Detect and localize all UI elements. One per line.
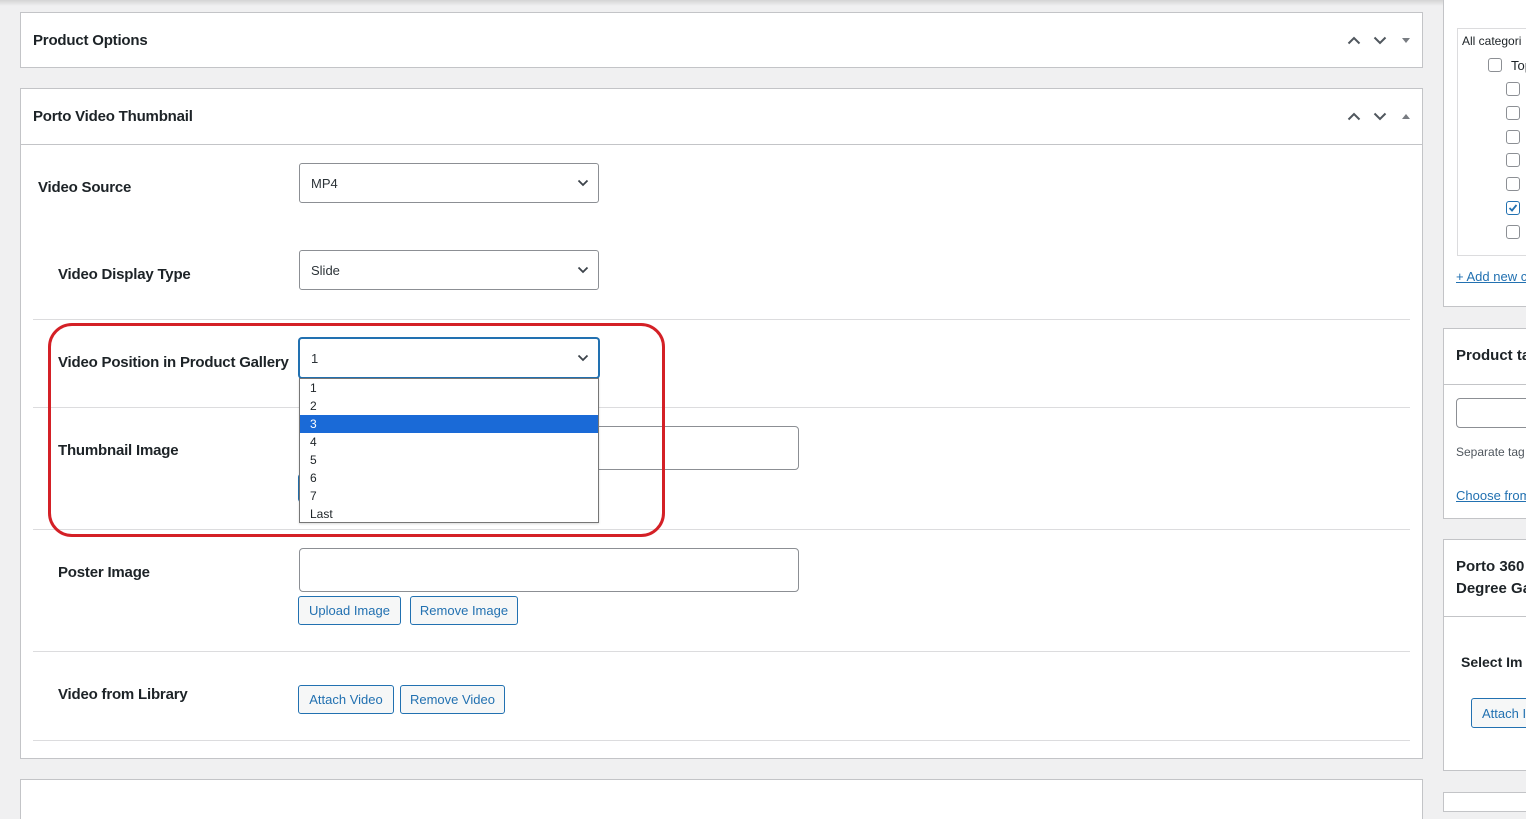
video-position-label: Video Position in Product Gallery [58,354,289,371]
position-option[interactable]: 2 [300,397,598,415]
category-checkbox[interactable] [1506,153,1520,168]
add-new-category-link[interactable]: + Add new c [1456,269,1526,284]
position-option[interactable]: Last [300,505,598,523]
position-option[interactable]: 4 [300,433,598,451]
video-library-label: Video from Library [58,686,188,703]
attach-video-button[interactable]: Attach Video [298,685,394,714]
video-position-select[interactable]: 1 [299,338,599,378]
video-display-type-label: Video Display Type [58,266,191,283]
row-divider [33,740,1410,741]
select-arrow-icon [577,266,589,274]
video-source-select[interactable]: MP4 [299,163,599,203]
tag-input[interactable] [1456,398,1526,428]
chevron-down-icon[interactable] [1372,109,1388,125]
chevron-down-icon[interactable] [1372,32,1388,48]
product-options-handle-actions [1346,32,1414,48]
video-display-type-value: Slide [311,262,340,278]
porto-360-box: Porto 360 Degree Ga Select Im Attach I [1443,539,1526,771]
category-checkbox[interactable] [1506,105,1520,120]
remove-image-button[interactable]: Remove Image [410,596,518,625]
select-images-label: Select Im [1461,654,1523,670]
thumbnail-image-label: Thumbnail Image [58,442,179,459]
admin-bar-shadow [0,0,1526,6]
position-option[interactable]: 6 [300,469,598,487]
category-checkbox-top[interactable] [1488,58,1502,72]
position-option[interactable]: 7 [300,487,598,505]
video-source-value: MP4 [311,175,338,191]
product-options-title: Product Options [33,31,148,49]
row-divider [33,651,1410,652]
video-position-value: 1 [311,350,319,366]
category-top-label: Top [1511,58,1526,73]
select-arrow-icon [577,354,589,362]
remove-video-button[interactable]: Remove Video [400,685,505,714]
row-divider [33,529,1410,530]
position-option[interactable]: 1 [300,379,598,397]
next-postbox [20,779,1423,819]
chevron-up-icon[interactable] [1346,32,1362,48]
chevron-up-icon[interactable] [1346,109,1362,125]
category-checkbox-checked[interactable] [1506,201,1520,215]
tags-help-text: Separate tag [1456,445,1525,459]
upload-image-button[interactable]: Upload Image [298,596,401,625]
porto-360-title-line2: Degree Ga [1456,580,1526,597]
porto-video-title: Porto Video Thumbnail [33,108,193,125]
select-arrow-icon [577,179,589,187]
category-checkbox[interactable] [1506,82,1520,96]
poster-image-label: Poster Image [58,564,150,581]
choose-tags-link[interactable]: Choose from [1456,488,1526,503]
position-option[interactable]: 5 [300,451,598,469]
video-position-dropdown-list: 1 2 3 4 5 6 7 Last [299,378,599,523]
caret-down-icon[interactable] [1398,32,1414,48]
product-tags-title: Product ta [1456,347,1526,364]
product-options-header[interactable]: Product Options [21,13,1422,67]
product-tags-header[interactable]: Product ta [1444,329,1526,385]
porto-360-header[interactable]: Porto 360 Degree Ga [1444,540,1526,617]
product-options-box: Product Options [20,12,1423,68]
position-option[interactable]: 3 [300,415,598,433]
video-source-label: Video Source [38,179,132,196]
product-tags-box: Product ta Separate tag Choose from [1443,328,1526,519]
product-categories-box: All categori Top + Add new c [1443,0,1526,307]
checkmark-icon [1508,204,1518,212]
all-categories-tab[interactable]: All categori [1462,34,1521,48]
category-checkbox[interactable] [1506,177,1520,192]
poster-image-input[interactable] [299,548,799,592]
porto-video-handle-actions [1346,109,1414,125]
category-checkbox[interactable] [1506,129,1520,144]
row-divider [33,407,1410,408]
porto-video-thumbnail-box: Porto Video Thumbnail [20,88,1423,759]
category-checkbox[interactable] [1506,224,1520,239]
video-display-type-select[interactable]: Slide [299,250,599,290]
porto-360-title-line1: Porto 360 [1456,558,1525,575]
next-sidebar-box [1443,792,1526,812]
row-divider [33,319,1410,320]
porto-video-header[interactable]: Porto Video Thumbnail [21,89,1422,145]
attach-images-button[interactable]: Attach I [1471,698,1526,728]
caret-up-icon[interactable] [1398,109,1414,125]
